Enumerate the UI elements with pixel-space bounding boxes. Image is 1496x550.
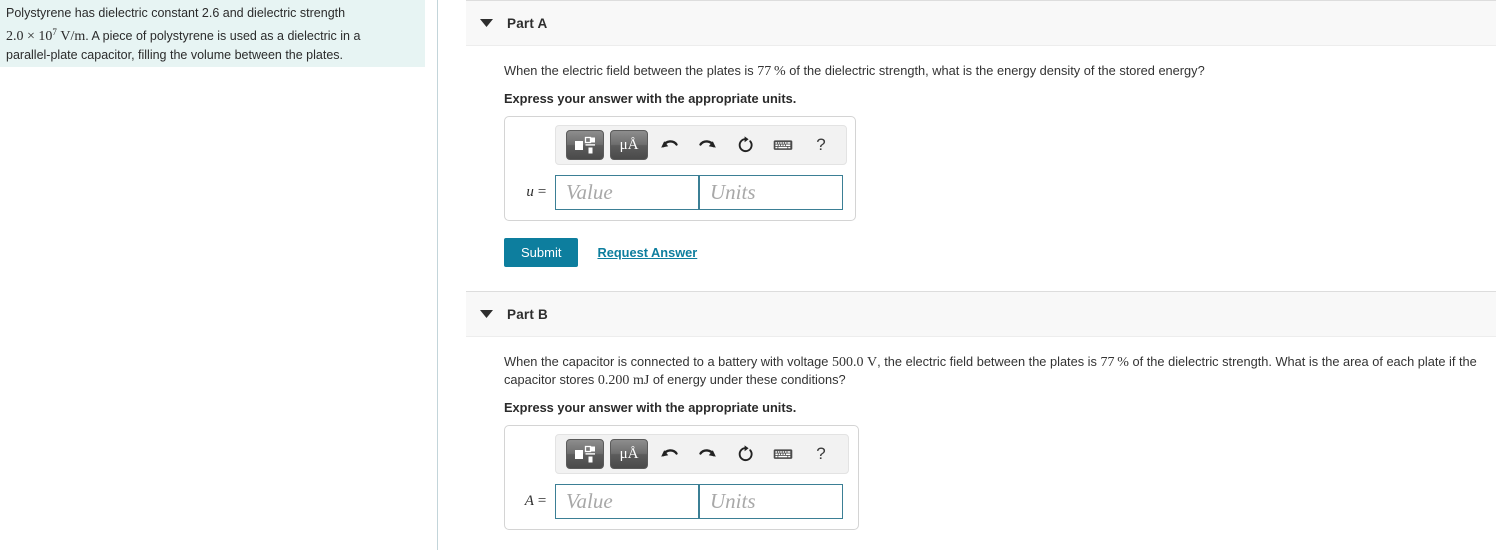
part-a-variable-label: u = <box>526 184 547 200</box>
units-mu-angstrom-icon[interactable]: μÅ <box>610 130 648 160</box>
part-b-question: When the capacitor is connected to a bat… <box>504 353 1496 389</box>
part-b-instruction: Express your answer with the appropriate… <box>504 400 797 415</box>
part-a-body: When the electric field between the plat… <box>466 46 1496 267</box>
part-b-question-seg1: When the capacitor is connected to a bat… <box>504 354 832 369</box>
part-b-percent: 77 % <box>1100 355 1129 370</box>
part-b-title: Part B <box>507 306 548 322</box>
panel-divider <box>437 0 438 550</box>
part-b-variable-label: A = <box>524 493 547 509</box>
part-b-input-row: A = Value Units <box>513 484 850 519</box>
redo-arrow-icon[interactable] <box>692 130 722 160</box>
part-b-math-toolbar: μÅ ? <box>555 434 849 474</box>
part-a-value-input[interactable]: Value <box>555 175 699 210</box>
reset-circular-arrow-icon[interactable] <box>730 130 760 160</box>
part-b-value-input[interactable]: Value <box>555 484 699 519</box>
part-a-submit-button[interactable]: Submit <box>504 238 579 267</box>
part-b-question-seg4: of energy under these conditions? <box>649 372 846 387</box>
part-b-units-input[interactable]: Units <box>699 484 843 519</box>
dielectric-strength-base: 10 <box>38 29 53 45</box>
part-a-question: When the electric field between the plat… <box>504 62 1496 80</box>
problem-statement-panel: Polystyrene has dielectric constant 2.6 … <box>0 0 425 67</box>
problem-statement-text: Polystyrene has dielectric constant 2.6 … <box>6 4 413 65</box>
part-a-question-post: of the dielectric strength, what is the … <box>785 63 1205 78</box>
part-a-header[interactable]: Part A <box>466 0 1496 46</box>
undo-arrow-icon[interactable] <box>654 439 684 469</box>
math-template-icon[interactable] <box>566 439 604 469</box>
part-b-energy-value: 0.200 <box>597 373 630 388</box>
help-icon[interactable]: ? <box>806 439 836 469</box>
dielectric-strength-units: V/m <box>60 29 86 45</box>
part-b-voltage-value: 500.0 <box>831 355 864 370</box>
part-a-request-answer-link[interactable]: Request Answer <box>597 245 697 260</box>
problem-line-1: Polystyrene has dielectric constant 2.6 … <box>6 6 346 20</box>
part-b-header[interactable]: Part B <box>466 291 1496 337</box>
part-a-input-row: u = Value Units <box>513 175 847 210</box>
keyboard-icon[interactable] <box>768 439 798 469</box>
part-a-title: Part A <box>507 15 548 31</box>
redo-arrow-icon[interactable] <box>692 439 722 469</box>
units-mu-angstrom-label: μÅ <box>619 445 639 462</box>
dielectric-strength-value: 2.0 <box>6 29 24 45</box>
help-icon[interactable]: ? <box>806 130 836 160</box>
multiply-symbol: × <box>26 29 35 45</box>
part-a-math-toolbar: μÅ ? <box>555 125 847 165</box>
problem-line-3: parallel-plate capacitor, filling the vo… <box>6 48 344 63</box>
keyboard-icon[interactable] <box>768 130 798 160</box>
units-mu-angstrom-icon[interactable]: μÅ <box>610 439 648 469</box>
dielectric-strength-exponent: 7 <box>52 27 57 37</box>
part-a-question-pre: When the electric field between the plat… <box>504 63 758 78</box>
part-b-question-seg2: , the electric field between the plates … <box>877 354 1101 369</box>
part-a-answer-widget: μÅ ? u = Value Units <box>504 116 856 221</box>
part-a-units-input[interactable]: Units <box>699 175 843 210</box>
part-b-energy-unit: mJ <box>632 373 650 388</box>
part-a-submit-row: Submit Request Answer <box>504 238 1496 267</box>
part-b-body: When the capacitor is connected to a bat… <box>466 337 1496 530</box>
units-mu-angstrom-label: μÅ <box>619 136 639 153</box>
part-b-voltage-unit: V <box>867 355 878 370</box>
part-a-instruction: Express your answer with the appropriate… <box>504 91 797 106</box>
parts-column: Part A When the electric field between t… <box>466 0 1496 550</box>
part-b-collapse-caret-icon[interactable] <box>477 305 495 323</box>
part-a-percent: 77 % <box>757 64 786 79</box>
math-template-icon[interactable] <box>566 130 604 160</box>
part-a-collapse-caret-icon[interactable] <box>477 14 495 32</box>
part-b-answer-widget: μÅ ? A = Value Units <box>504 425 859 530</box>
problem-line-2-tail: . A piece of polystyrene is used as a di… <box>85 29 361 44</box>
reset-circular-arrow-icon[interactable] <box>730 439 760 469</box>
undo-arrow-icon[interactable] <box>654 130 684 160</box>
